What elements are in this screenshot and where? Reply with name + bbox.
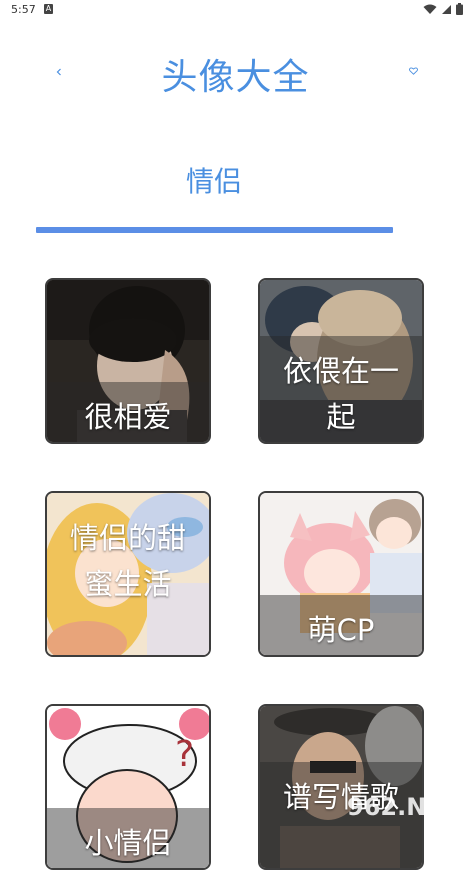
status-time: 5:57 [11,3,36,16]
status-icons [423,3,463,15]
avatar-card[interactable]: 谱写情歌 [258,704,424,870]
avatar-card[interactable]: 萌CP [258,491,424,657]
watermark-subtext: 乐游网 [425,818,461,831]
avatar-card[interactable]: 很相爱 [45,278,211,444]
avatar-card[interactable]: 情侣的甜蜜生活 [45,491,211,657]
notification-icon: A [44,4,53,14]
page-title: 头像大全 [161,57,310,98]
card-label: 小情侣 [84,826,172,860]
avatar-card[interactable]: ? 小情侣 [45,704,211,870]
card-label: 萌CP [307,613,375,647]
svg-text:?: ? [175,734,194,775]
card-label: 情侣的甜蜜生活 [69,521,186,601]
watermark-text: 962.NET [347,793,460,821]
wifi-icon [423,4,437,14]
header: 头像大全 [0,48,471,102]
card-label: 很相爱 [84,400,172,434]
favorite-button[interactable] [404,64,422,82]
tab-couples[interactable]: 情侣 [0,160,428,200]
watermark-logo: 962.NET 乐游网 [345,791,465,832]
tab-underline [36,227,393,233]
status-bar: 5:57 A [0,0,471,22]
heart-icon [408,67,418,75]
card-label: 依偎在一起 [282,354,399,434]
avatar-card[interactable]: 依偎在一起 [258,278,424,444]
battery-icon [456,3,463,15]
signal-icon [442,4,451,14]
